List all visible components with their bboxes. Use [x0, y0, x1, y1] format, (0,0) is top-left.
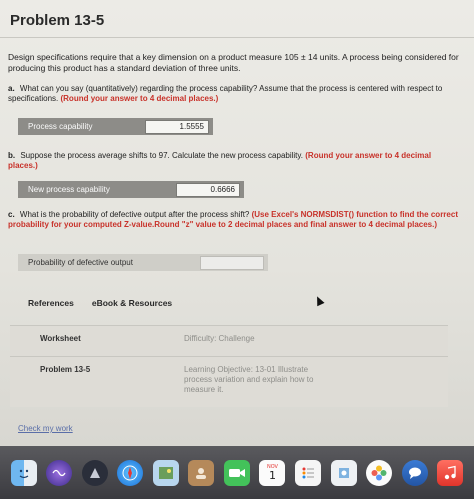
check-my-work-link[interactable]: Check my work: [18, 424, 73, 433]
preview-icon[interactable]: [330, 459, 357, 486]
question-a: a. What can you say (quantitatively) reg…: [8, 84, 463, 104]
siri-icon[interactable]: [46, 459, 73, 486]
tab-ebook-resources[interactable]: eBook & Resources: [92, 298, 172, 308]
music-icon[interactable]: [437, 459, 464, 486]
answer-row-c: Probability of defective output: [18, 254, 268, 271]
tab-references[interactable]: References: [28, 298, 74, 308]
question-a-letter: a.: [8, 84, 15, 93]
photo-preview-icon[interactable]: [152, 459, 179, 486]
safari-icon[interactable]: [117, 459, 144, 486]
answer-row-b: New process capability 0.6666: [18, 181, 244, 198]
answer-row-a: Process capability 1.5555: [18, 118, 213, 135]
new-process-capability-input[interactable]: 0.6666: [176, 182, 240, 197]
difficulty-text: Difficulty: Challenge: [184, 334, 255, 343]
page-title: Problem 13-5: [10, 12, 105, 29]
question-c: c. What is the probability of defective …: [8, 210, 463, 230]
resource-tabs: References eBook & Resources: [10, 290, 458, 316]
calendar-day: 1: [268, 468, 276, 482]
learning-objective-text: Learning Objective: 13-01 Illustrate pro…: [184, 365, 314, 394]
worksheet-label[interactable]: Worksheet: [40, 334, 81, 343]
worksheet-row: Worksheet Difficulty: Challenge: [10, 325, 448, 356]
title-divider: [0, 37, 474, 38]
macos-dock: NOV 1: [0, 446, 474, 499]
problem-intro: Design specifications require that a key…: [8, 52, 459, 73]
question-b: b. Suppose the process average shifts to…: [8, 151, 463, 171]
probability-defective-label: Probability of defective output: [28, 258, 133, 267]
question-a-instruction: (Round your answer to 4 decimal places.): [60, 94, 219, 103]
launchpad-icon[interactable]: [81, 459, 108, 486]
process-capability-input[interactable]: 1.5555: [145, 119, 209, 134]
calendar-icon[interactable]: NOV 1: [259, 459, 286, 486]
question-c-text: What is the probability of defective out…: [19, 210, 250, 219]
finder-icon[interactable]: [10, 459, 37, 486]
problem-label: Problem 13-5: [40, 365, 91, 374]
question-c-letter: c.: [8, 210, 15, 219]
facetime-icon[interactable]: [223, 459, 250, 486]
reminders-icon[interactable]: [295, 459, 322, 486]
problem-info-row: Problem 13-5 Learning Objective: 13-01 I…: [10, 356, 448, 407]
probability-defective-input[interactable]: [200, 255, 264, 270]
process-capability-label: Process capability: [28, 122, 93, 131]
new-process-capability-label: New process capability: [28, 185, 110, 194]
browser-viewport: Problem 13-5 Design specifications requi…: [0, 0, 474, 445]
messages-icon[interactable]: [401, 459, 428, 486]
question-b-text: Suppose the process average shifts to 97…: [20, 151, 304, 160]
question-b-letter: b.: [8, 151, 16, 160]
contacts-icon[interactable]: [188, 459, 215, 486]
photos-icon[interactable]: [366, 459, 393, 486]
